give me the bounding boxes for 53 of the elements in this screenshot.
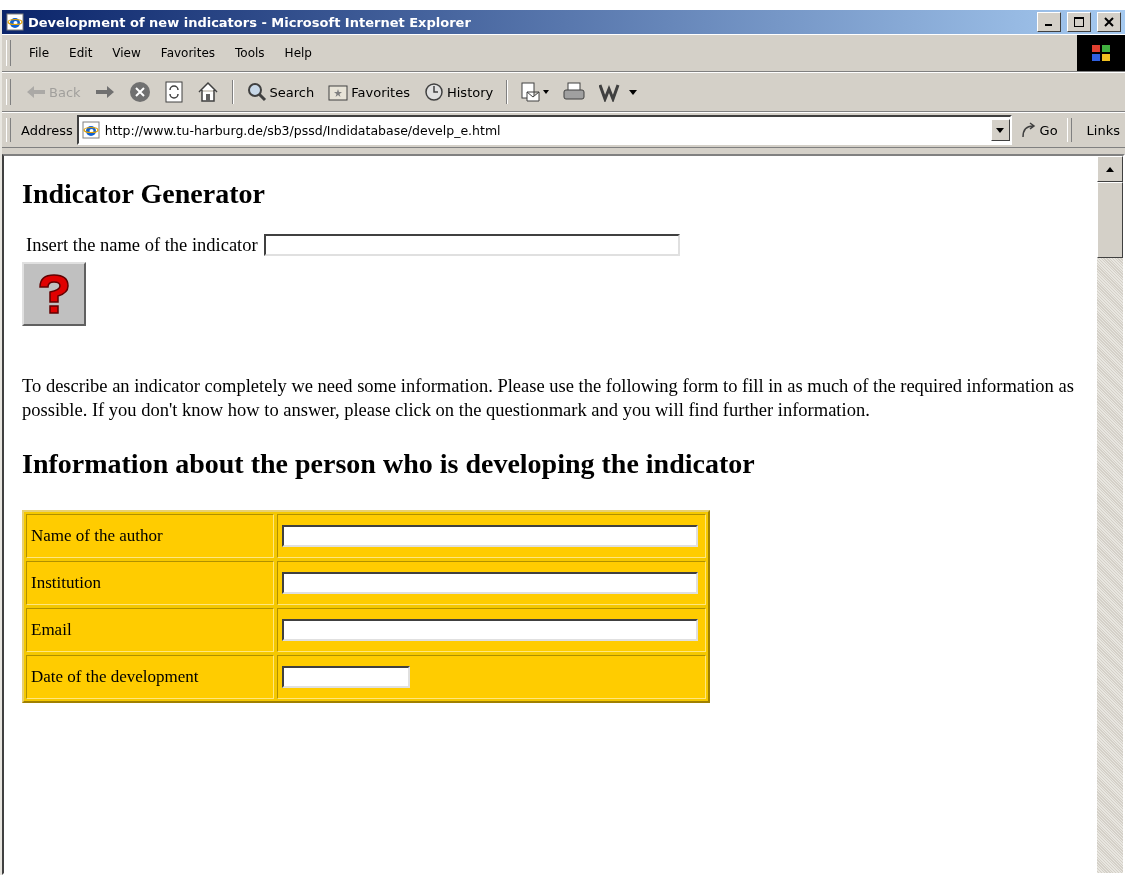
dropdown-button[interactable] <box>990 119 1010 141</box>
go-button[interactable]: Go <box>1015 120 1063 140</box>
table-cell: Name of the author <box>26 514 274 558</box>
forward-arrow-icon <box>94 85 115 99</box>
help-button[interactable] <box>22 262 86 326</box>
word-edit-icon <box>599 82 640 102</box>
toolbar-button[interactable]: History <box>418 80 499 104</box>
menu-item[interactable]: View <box>104 44 149 62</box>
printer-icon <box>563 82 586 102</box>
menu-item[interactable]: Tools <box>227 44 273 62</box>
text-field[interactable] <box>282 572 698 594</box>
caret-icon <box>996 127 1005 133</box>
toolbar-button[interactable]: Favorites <box>323 81 415 103</box>
windows-logo-icon <box>1077 35 1125 71</box>
scroll-thumb[interactable] <box>1097 182 1123 258</box>
minimize-button[interactable] <box>1037 12 1061 32</box>
menu-item[interactable]: Edit <box>61 44 101 62</box>
maximize-icon <box>1074 17 1084 27</box>
home-icon <box>196 81 219 103</box>
menu-item[interactable]: Help <box>276 44 320 62</box>
text-field[interactable] <box>282 619 698 641</box>
indicator-name-field[interactable] <box>263 234 680 256</box>
history-clock-icon <box>423 82 444 102</box>
table-cell: Institution <box>26 561 274 605</box>
window-title: Development of new indicators - Microsoft Internet Explorer <box>28 14 472 30</box>
menu-item[interactable]: Favorites <box>152 44 224 62</box>
address-label: Address <box>21 122 73 138</box>
search-icon <box>246 82 267 102</box>
intro-paragraph: To describe an indicator completely we need some information. Please use the following form to fill in as much of the required information as possible. If you don't know how to answer, please click on the questionmark and you will find further information. <box>22 375 1075 422</box>
table-cell: Email <box>26 608 274 652</box>
toolbar-button[interactable]: Search <box>241 80 320 104</box>
text-field[interactable] <box>282 525 698 547</box>
curved-arrow-icon <box>1020 122 1037 138</box>
page-heading: Indicator Generator <box>22 178 266 210</box>
maximize-button[interactable] <box>1067 12 1091 32</box>
stop-icon <box>128 81 151 103</box>
scrollbar[interactable] <box>1097 156 1123 873</box>
up-arrow-icon <box>1106 166 1114 172</box>
text-field[interactable] <box>282 666 410 688</box>
back-arrow-icon <box>26 85 46 99</box>
ie-page-icon <box>6 13 24 31</box>
close-icon <box>1104 17 1114 27</box>
menu-item[interactable]: File <box>21 44 58 62</box>
scroll-up-button[interactable] <box>1097 156 1123 182</box>
close-button[interactable] <box>1097 12 1121 32</box>
ie-page-icon <box>81 121 100 139</box>
field-label: Insert the name of the indicator <box>26 234 258 256</box>
mail-icon <box>521 82 550 102</box>
section-heading: Information about the person who is developing the indicator <box>22 448 756 480</box>
refresh-icon <box>164 81 183 103</box>
table-cell: Date of the development <box>26 655 274 699</box>
links-button[interactable]: Links <box>1081 120 1125 140</box>
address-field[interactable]: http://www.tu-harburg.de/sb3/pssd/Indidatabase/develp_e.html <box>76 115 1012 145</box>
